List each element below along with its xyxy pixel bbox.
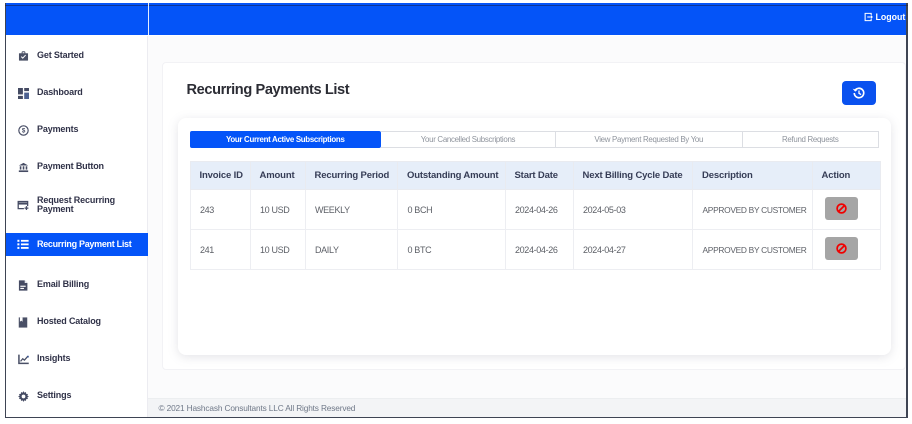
svg-text:$: $: [21, 127, 25, 134]
